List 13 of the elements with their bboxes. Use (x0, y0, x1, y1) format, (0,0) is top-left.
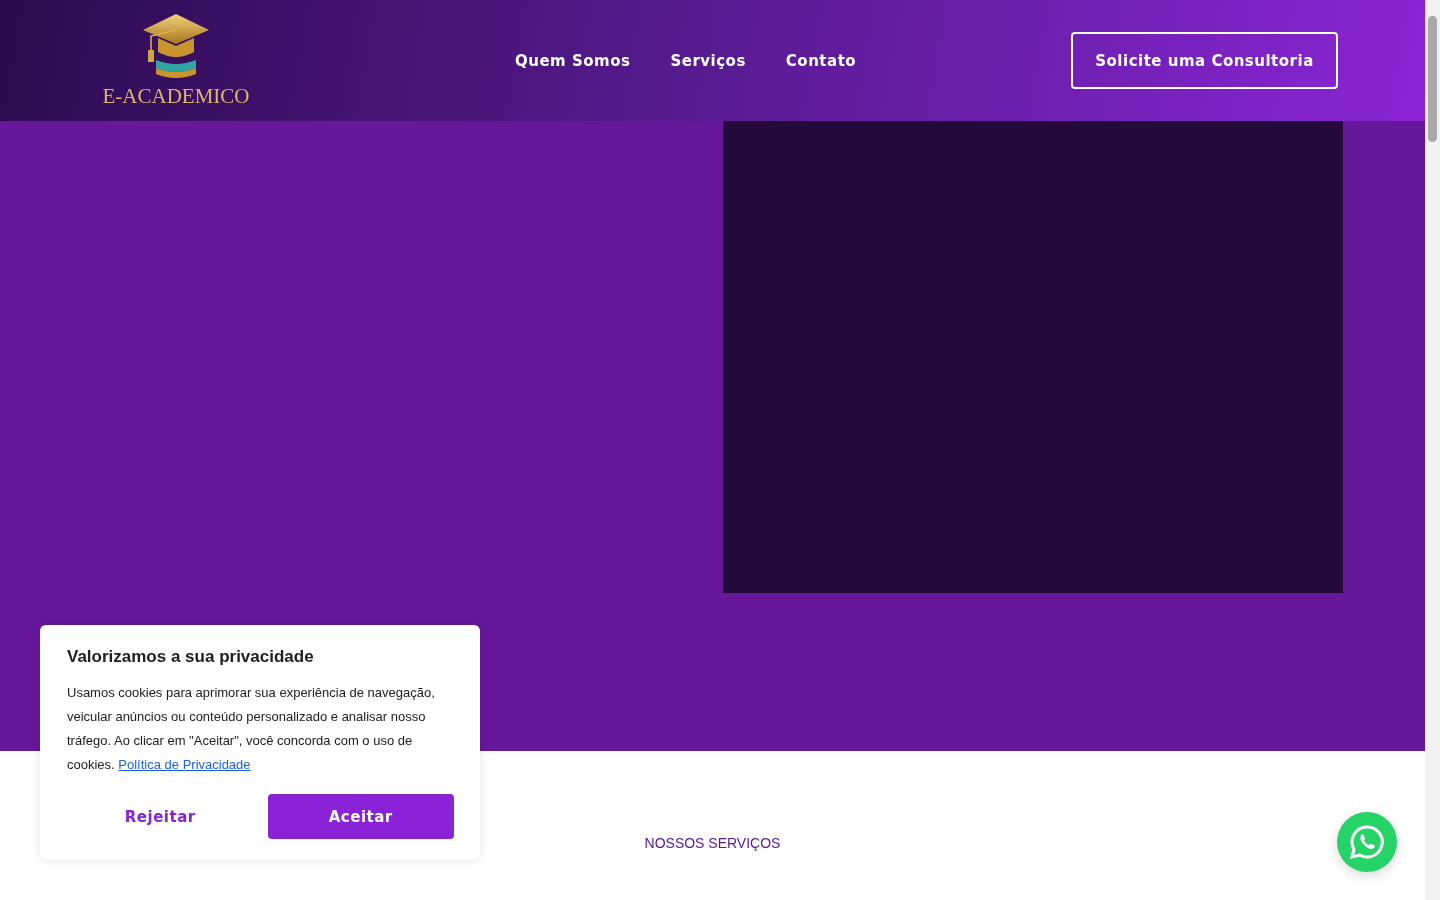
cookie-title: Valorizamos a sua privacidade (67, 647, 315, 667)
privacy-policy-link[interactable]: Política de Privacidade (118, 757, 251, 772)
scrollbar[interactable] (1425, 0, 1440, 900)
nav-link[interactable]: Contato (785, 51, 857, 70)
section-eyebrow: NOSSOS SERVIÇOS (644, 835, 781, 853)
chat-phone-icon (1349, 824, 1385, 860)
accept-button[interactable]: Aceitar (267, 794, 454, 839)
logo-text[interactable]: E-ACADEMICO (102, 84, 250, 109)
whatsapp-button[interactable] (1337, 812, 1397, 872)
nav-link[interactable]: Quem Somos (515, 51, 631, 70)
cookie-text: Usamos cookies para aprimorar sua experiência de navegação, veicular anúncios ou conteúdo personalizado e analisar nosso tráfego. Ao clicar em "Aceitar", você concorda com o uso de cookies. Política de Privacidade (67, 684, 436, 774)
nav-link[interactable]: Serviços (670, 51, 746, 70)
consultation-button[interactable]: Solicite uma Consultoria (1071, 32, 1338, 89)
